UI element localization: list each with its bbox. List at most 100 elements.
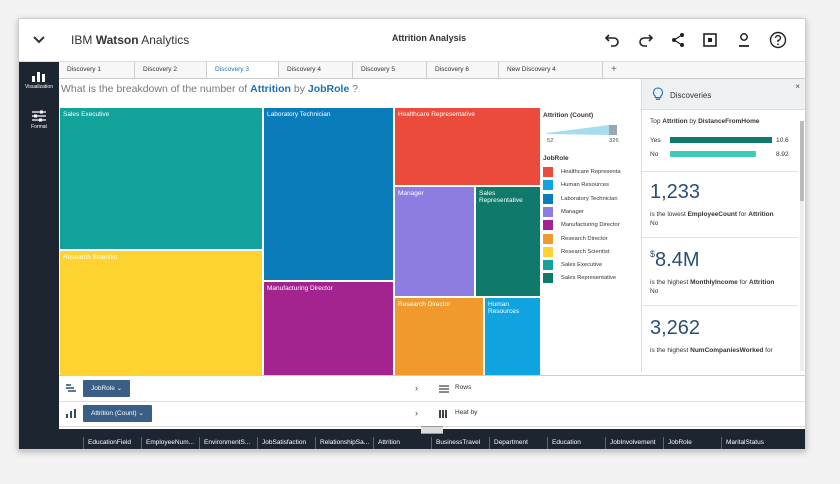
legend-swatch <box>543 206 553 217</box>
attrition-count-pill[interactable]: Attrition (Count) ⌄ <box>83 405 152 422</box>
treemap-tile-research-scientist[interactable]: Research Scientist <box>59 250 263 376</box>
insight-value: 3,262 <box>650 317 701 339</box>
insight-target: Attrition <box>748 211 774 218</box>
tab-discovery-5[interactable]: Discovery 5 <box>353 62 427 78</box>
undo-icon[interactable] <box>601 29 623 51</box>
rail-item-format[interactable]: Format <box>19 110 59 130</box>
discoveries-scrollbar[interactable] <box>800 121 804 371</box>
top-insight-heading: Top Attrition by DistanceFromHome <box>650 118 759 125</box>
legend-item[interactable]: Research Scientist <box>543 246 643 259</box>
field-item[interactable]: Attrition <box>373 437 431 449</box>
question-suffix: ? <box>352 83 359 95</box>
legend-label: Manufacturing Director <box>561 222 620 229</box>
legend-label: Sales Executive <box>561 262 603 269</box>
question-measure[interactable]: Attrition <box>250 83 291 95</box>
brand-suffix: Analytics <box>141 33 190 47</box>
redo-icon[interactable] <box>635 29 657 51</box>
shelves-panel: JobRole ⌄ › Rows Attrition (Count) ⌄ › H… <box>59 375 805 428</box>
resize-handle[interactable] <box>421 426 443 434</box>
tab-discovery-6[interactable]: Discovery 6 <box>427 62 499 78</box>
add-tab-icon[interactable]: + <box>611 62 617 78</box>
field-item[interactable]: MaritalStatus <box>721 437 781 449</box>
brand-logo: IBM Watson Analytics <box>71 33 189 47</box>
tab-discovery-1[interactable]: Discovery 1 <box>59 62 135 78</box>
color-legend-title: JobRole <box>543 155 569 162</box>
tab-discovery-2[interactable]: Discovery 2 <box>135 62 207 78</box>
treemap-tile-manufacturing-director[interactable]: Manufacturing Director <box>263 281 394 376</box>
rail-item-visualization[interactable]: Visualization <box>19 70 59 90</box>
tab-discovery-3[interactable]: Discovery 3 <box>207 62 279 78</box>
field-item[interactable]: Department <box>489 437 547 449</box>
discoveries-header: Discoveries × <box>642 79 805 110</box>
treemap-tile-sales-executive[interactable]: Sales Executive <box>59 107 263 250</box>
legend-item[interactable]: Manufacturing Director <box>543 220 643 232</box>
legend-item[interactable]: Human Resources <box>543 180 643 192</box>
top-joiner: by <box>689 118 697 125</box>
presentation-icon[interactable] <box>699 29 721 51</box>
bar[interactable] <box>670 151 756 157</box>
size-legend-max: 326 <box>609 138 619 144</box>
bar-label: Yes <box>650 137 661 144</box>
legend-swatch <box>543 220 553 231</box>
insight-mid: for <box>765 347 773 354</box>
pill-label: JobRole <box>91 385 115 392</box>
bar-chart-icon <box>32 72 45 82</box>
chevron-right-icon[interactable]: › <box>415 408 418 418</box>
legend-item[interactable]: Research Director <box>543 233 643 246</box>
tab-discovery-4[interactable]: Discovery 4 <box>279 62 353 78</box>
treemap-tile-laboratory-technician[interactable]: Laboratory Technician <box>263 107 394 281</box>
treemap-tile-research-director[interactable]: Research Director <box>394 297 484 376</box>
discoveries-panel: Discoveries × Top Attrition by DistanceF… <box>641 79 805 372</box>
question-bar[interactable]: What is the breakdown of the number of A… <box>61 83 358 95</box>
jobrole-pill[interactable]: JobRole ⌄ <box>83 380 131 397</box>
chevron-down-icon[interactable] <box>19 19 59 61</box>
rows-drag-icon <box>66 384 76 392</box>
top-measure: Attrition <box>662 118 688 125</box>
insight-tail: No <box>650 288 659 295</box>
discovery-tabs: Discovery 1 Discovery 2 Discovery 3 Disc… <box>59 62 805 79</box>
legend-item[interactable]: Sales Representative <box>543 273 643 285</box>
field-item[interactable]: BusinessTravel <box>431 437 489 449</box>
data-fields-bar: EducationField EmployeeNum... EnvironmentS… <box>59 426 805 449</box>
field-item[interactable]: EmployeeNum... <box>141 437 199 449</box>
legend-swatch <box>543 260 553 271</box>
legend-label: Healthcare Representa <box>561 169 621 175</box>
share-icon[interactable] <box>667 29 689 51</box>
field-item[interactable]: JobInvolvement <box>605 437 663 449</box>
document-title: Attrition Analysis <box>391 33 467 43</box>
chevron-right-icon[interactable]: › <box>415 383 418 393</box>
legend-item[interactable]: Manager <box>543 206 643 219</box>
user-icon[interactable] <box>733 29 755 51</box>
legend-swatch <box>543 233 553 244</box>
discoveries-title: Discoveries <box>670 91 712 100</box>
insight-field: EmployeeCount <box>687 211 738 218</box>
scrollbar-thumb[interactable] <box>800 121 804 201</box>
divider <box>642 305 798 306</box>
help-icon[interactable] <box>767 29 789 51</box>
legend-item[interactable]: Healthcare Representa <box>543 167 643 179</box>
close-icon[interactable]: × <box>795 82 800 91</box>
rows-icon <box>439 385 449 393</box>
treemap-tile-manager[interactable]: Manager <box>394 186 475 297</box>
tab-new-discovery-4[interactable]: New Discovery 4 <box>499 62 603 78</box>
field-item[interactable]: JobSatisfaction <box>257 437 315 449</box>
legend-item[interactable]: Sales Executive <box>543 260 643 272</box>
field-item[interactable]: RelationshipSa... <box>315 437 373 449</box>
question-dimension[interactable]: JobRole <box>308 83 349 95</box>
treemap-tile-sales-representative[interactable]: Sales Representative <box>475 186 541 297</box>
top-insight-bar-chart[interactable]: Yes 10.6 No 8.92 <box>650 135 796 165</box>
legend-item[interactable]: Laboratory Technician <box>543 193 643 206</box>
bar[interactable] <box>670 137 772 143</box>
legend-label: Research Scientist <box>561 248 610 255</box>
top-bar: IBM Watson Analytics Attrition Analysis <box>19 19 805 62</box>
sliders-icon <box>32 110 46 122</box>
treemap-tile-human-resources[interactable]: Human Resources <box>484 297 541 376</box>
treemap-tile-healthcare-representative[interactable]: Healthcare Representative <box>394 107 541 186</box>
brand-prefix: IBM <box>71 33 93 47</box>
field-item[interactable]: EnvironmentS... <box>199 437 257 449</box>
field-item[interactable]: JobRole <box>663 437 721 449</box>
legend-swatch <box>543 246 553 257</box>
field-item[interactable]: EducationField <box>83 437 141 449</box>
legend-swatch <box>543 167 553 177</box>
field-item[interactable]: Education <box>547 437 605 449</box>
